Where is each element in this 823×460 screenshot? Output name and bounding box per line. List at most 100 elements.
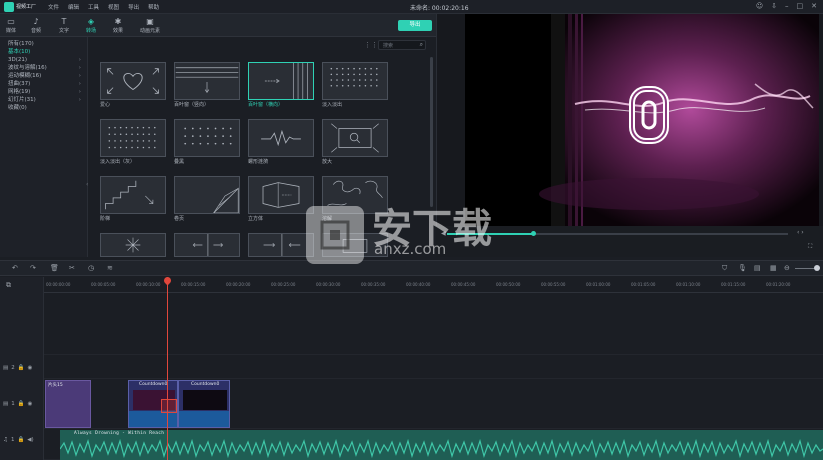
- chevron-right-icon: ›: [78, 73, 81, 79]
- speaker-icon[interactable]: ◀): [27, 437, 33, 443]
- category-ripple[interactable]: 波纹与溶解(16) ›: [0, 64, 87, 72]
- video-track-icon: ▤: [3, 401, 9, 407]
- elements-icon: ▣: [146, 17, 154, 26]
- transition-burst[interactable]: [100, 233, 166, 257]
- transition-fade[interactable]: [322, 62, 388, 100]
- clip-countdown-a[interactable]: Countdown0: [128, 380, 178, 428]
- category-slideshow[interactable]: 幻灯片(31) ›: [0, 96, 87, 104]
- media-toolbar: ▭ 媒体 ♪ 音频 T 文字 ◈ 转场 ✱ 效果 ▣ 动画元素: [0, 14, 436, 37]
- fullscreen-icon[interactable]: ⛶: [808, 243, 812, 251]
- maximize-icon[interactable]: □: [797, 2, 804, 10]
- track-header-video-1: ▤ 1 🔒 ◉: [3, 401, 33, 407]
- music-icon: ♪: [33, 17, 39, 26]
- timeline-ruler[interactable]: 00:00:00:00 00:00:05:00 00:00:10:00 00:0…: [44, 277, 823, 293]
- lock-icon[interactable]: 🔒: [17, 437, 24, 443]
- redo-icon[interactable]: ↷: [30, 264, 36, 272]
- transition-heart[interactable]: [100, 62, 166, 100]
- user-icon[interactable]: ☺: [756, 2, 763, 10]
- zoom-out-icon[interactable]: ⊖: [784, 264, 790, 272]
- category-basic[interactable]: 基本(10): [0, 48, 87, 56]
- tab-text[interactable]: T 文字: [53, 17, 75, 34]
- category-favorites[interactable]: 收藏(0): [0, 104, 87, 112]
- collapse-sidebar-icon[interactable]: ‹: [86, 181, 88, 188]
- voiceover-icon[interactable]: ▤: [754, 264, 761, 272]
- tab-audio[interactable]: ♪ 音频: [25, 17, 47, 34]
- lock-icon[interactable]: 🔒: [18, 365, 25, 371]
- window-title: 未命名: 00:02:20:16: [410, 5, 469, 12]
- chevron-right-icon: ›: [78, 65, 81, 71]
- track-header-audio-1: ♫ 1 🔒 ◀): [3, 437, 34, 443]
- transition-blinds-vertical[interactable]: [174, 62, 240, 100]
- clip-countdown-b[interactable]: Countdown0: [178, 380, 230, 428]
- effects-icon: ✱: [114, 17, 122, 26]
- menu-help[interactable]: 帮助: [148, 3, 159, 11]
- search-input[interactable]: 搜索 ⌕: [378, 40, 426, 50]
- expand-icon[interactable]: ‹ ›: [797, 229, 804, 236]
- transition-spiral-ripple[interactable]: [248, 119, 314, 157]
- track-empty[interactable]: [44, 293, 823, 355]
- snapshot-icon[interactable]: ▦: [770, 264, 777, 272]
- menu-tools[interactable]: 工具: [88, 3, 99, 11]
- scrubber-handle[interactable]: [531, 231, 536, 236]
- track-video-2[interactable]: [44, 355, 823, 379]
- menu-view[interactable]: 视图: [108, 3, 119, 11]
- timeline-toolbar: ↶ ↷ 🗑 ✂ ◷ ≋ ⛉ 🎙 ▤ ▦ ⊖: [0, 260, 823, 276]
- menu-edit[interactable]: 编辑: [68, 3, 79, 11]
- category-3d[interactable]: 3D(21) ›: [0, 56, 87, 64]
- undo-icon[interactable]: ↶: [12, 264, 18, 272]
- category-motion-blur[interactable]: 运动模糊(16) ›: [0, 72, 87, 80]
- grid-view-icon[interactable]: ⋮⋮: [364, 41, 378, 49]
- download-icon[interactable]: ⇩: [771, 2, 777, 10]
- transition-page-curl[interactable]: [174, 176, 240, 214]
- transition-slide-in[interactable]: [174, 233, 240, 257]
- track-headers: ⧉ ▤ 2 🔒 ◉ ▤ 1 🔒 ◉ ♫ 1 🔒 ◀): [0, 277, 44, 460]
- transition-push[interactable]: [248, 233, 314, 257]
- video-preview[interactable]: [465, 14, 819, 226]
- transition-dissolve-black[interactable]: [174, 119, 240, 157]
- tab-media[interactable]: ▭ 媒体: [0, 17, 22, 34]
- clock-icon[interactable]: ◷: [88, 264, 94, 272]
- category-sidebar: 所有(170) 基本(10) 3D(21) › 波纹与溶解(16) › 运动模糊(1…: [0, 37, 88, 257]
- playhead[interactable]: [167, 277, 168, 460]
- delete-icon[interactable]: 🗑: [50, 264, 59, 272]
- menu-file[interactable]: 文件: [48, 3, 59, 11]
- title-bar: 视频工厂 文件 编辑 工具 视图 导出 帮助 未命名: 00:02:20:16 …: [0, 0, 823, 14]
- tab-effects[interactable]: ✱ 效果: [107, 17, 129, 34]
- eye-icon[interactable]: ◉: [28, 365, 33, 371]
- transition-zoom[interactable]: [322, 119, 388, 157]
- zoom-handle[interactable]: [814, 265, 820, 271]
- folder-icon: ▭: [7, 17, 15, 26]
- shield-icon[interactable]: ⛉: [722, 264, 727, 273]
- chevron-right-icon: ›: [78, 57, 81, 63]
- category-grid[interactable]: 网格(19) ›: [0, 88, 87, 96]
- transition-fade-grey[interactable]: [100, 119, 166, 157]
- music-icon: ♫: [3, 437, 8, 443]
- export-button[interactable]: 导出: [398, 20, 432, 31]
- cut-icon[interactable]: ✂: [69, 264, 75, 272]
- category-all[interactable]: 所有(170): [0, 40, 87, 48]
- search-icon[interactable]: ⌕: [420, 41, 423, 49]
- video-track-icon: ▤: [3, 365, 9, 371]
- app-name: 视频工厂: [16, 4, 37, 10]
- chevron-right-icon: ›: [78, 97, 81, 103]
- scrollbar[interactable]: [430, 57, 433, 207]
- mic-icon[interactable]: 🎙: [738, 264, 747, 272]
- playback-bar: [436, 226, 823, 257]
- adjust-icon[interactable]: ≋: [107, 264, 113, 272]
- lock-icon[interactable]: 🔒: [18, 401, 25, 407]
- add-track-icon[interactable]: ⧉: [6, 281, 11, 290]
- watermark-url: anxz.com: [374, 240, 447, 258]
- close-icon[interactable]: ✕: [811, 2, 817, 10]
- clip-audio[interactable]: Always Drowning - Within Reach: [60, 430, 823, 460]
- transition-stairs[interactable]: [100, 176, 166, 214]
- tab-transition[interactable]: ◈ 转场: [80, 17, 102, 34]
- transition-cube[interactable]: [248, 176, 314, 214]
- scrubber-track[interactable]: [520, 233, 788, 235]
- clip-title[interactable]: 片头15: [45, 380, 91, 428]
- eye-icon[interactable]: ◉: [28, 401, 33, 407]
- transition-blinds-horizontal[interactable]: [248, 62, 314, 100]
- menu-export[interactable]: 导出: [128, 3, 139, 11]
- tab-elements[interactable]: ▣ 动画元素: [136, 17, 164, 34]
- minimize-icon[interactable]: –: [785, 2, 789, 10]
- category-distort[interactable]: 扭曲(37) ›: [0, 80, 87, 88]
